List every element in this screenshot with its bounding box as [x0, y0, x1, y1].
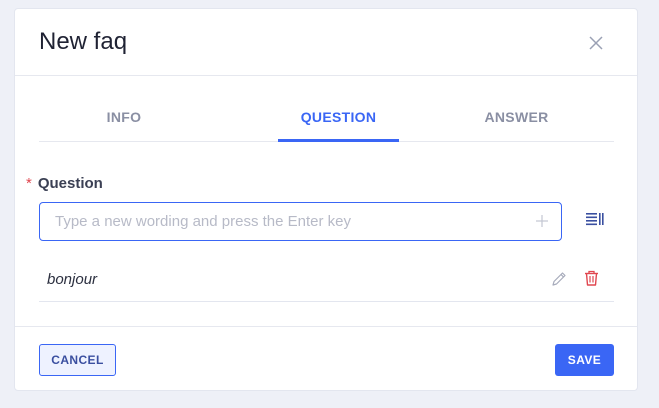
- pencil-icon[interactable]: [551, 271, 567, 287]
- modal-footer: CANCEL SAVE: [15, 326, 637, 392]
- list-icon[interactable]: [586, 212, 604, 228]
- question-input[interactable]: [55, 203, 525, 240]
- question-label: * Question: [26, 175, 103, 192]
- new-faq-modal: New faq INFO QUESTION ANSWER * Question: [14, 8, 638, 391]
- tab-info[interactable]: INFO: [39, 100, 209, 142]
- tab-question[interactable]: QUESTION: [256, 100, 421, 142]
- trash-icon[interactable]: [584, 270, 599, 286]
- close-icon[interactable]: [585, 32, 607, 54]
- question-input-box: [39, 202, 562, 241]
- cancel-button[interactable]: CANCEL: [39, 344, 116, 376]
- active-tab-indicator: [278, 139, 399, 142]
- required-mark: *: [26, 175, 32, 192]
- tab-bar: INFO QUESTION ANSWER: [39, 100, 614, 142]
- modal-title: New faq: [39, 28, 128, 55]
- save-button[interactable]: SAVE: [555, 344, 614, 376]
- wording-list-item: bonjour: [39, 259, 614, 302]
- tab-answer[interactable]: ANSWER: [439, 100, 594, 142]
- modal-header: New faq: [15, 9, 637, 76]
- wording-text: bonjour: [47, 271, 98, 288]
- question-label-text: Question: [37, 175, 103, 192]
- plus-icon[interactable]: [535, 214, 549, 228]
